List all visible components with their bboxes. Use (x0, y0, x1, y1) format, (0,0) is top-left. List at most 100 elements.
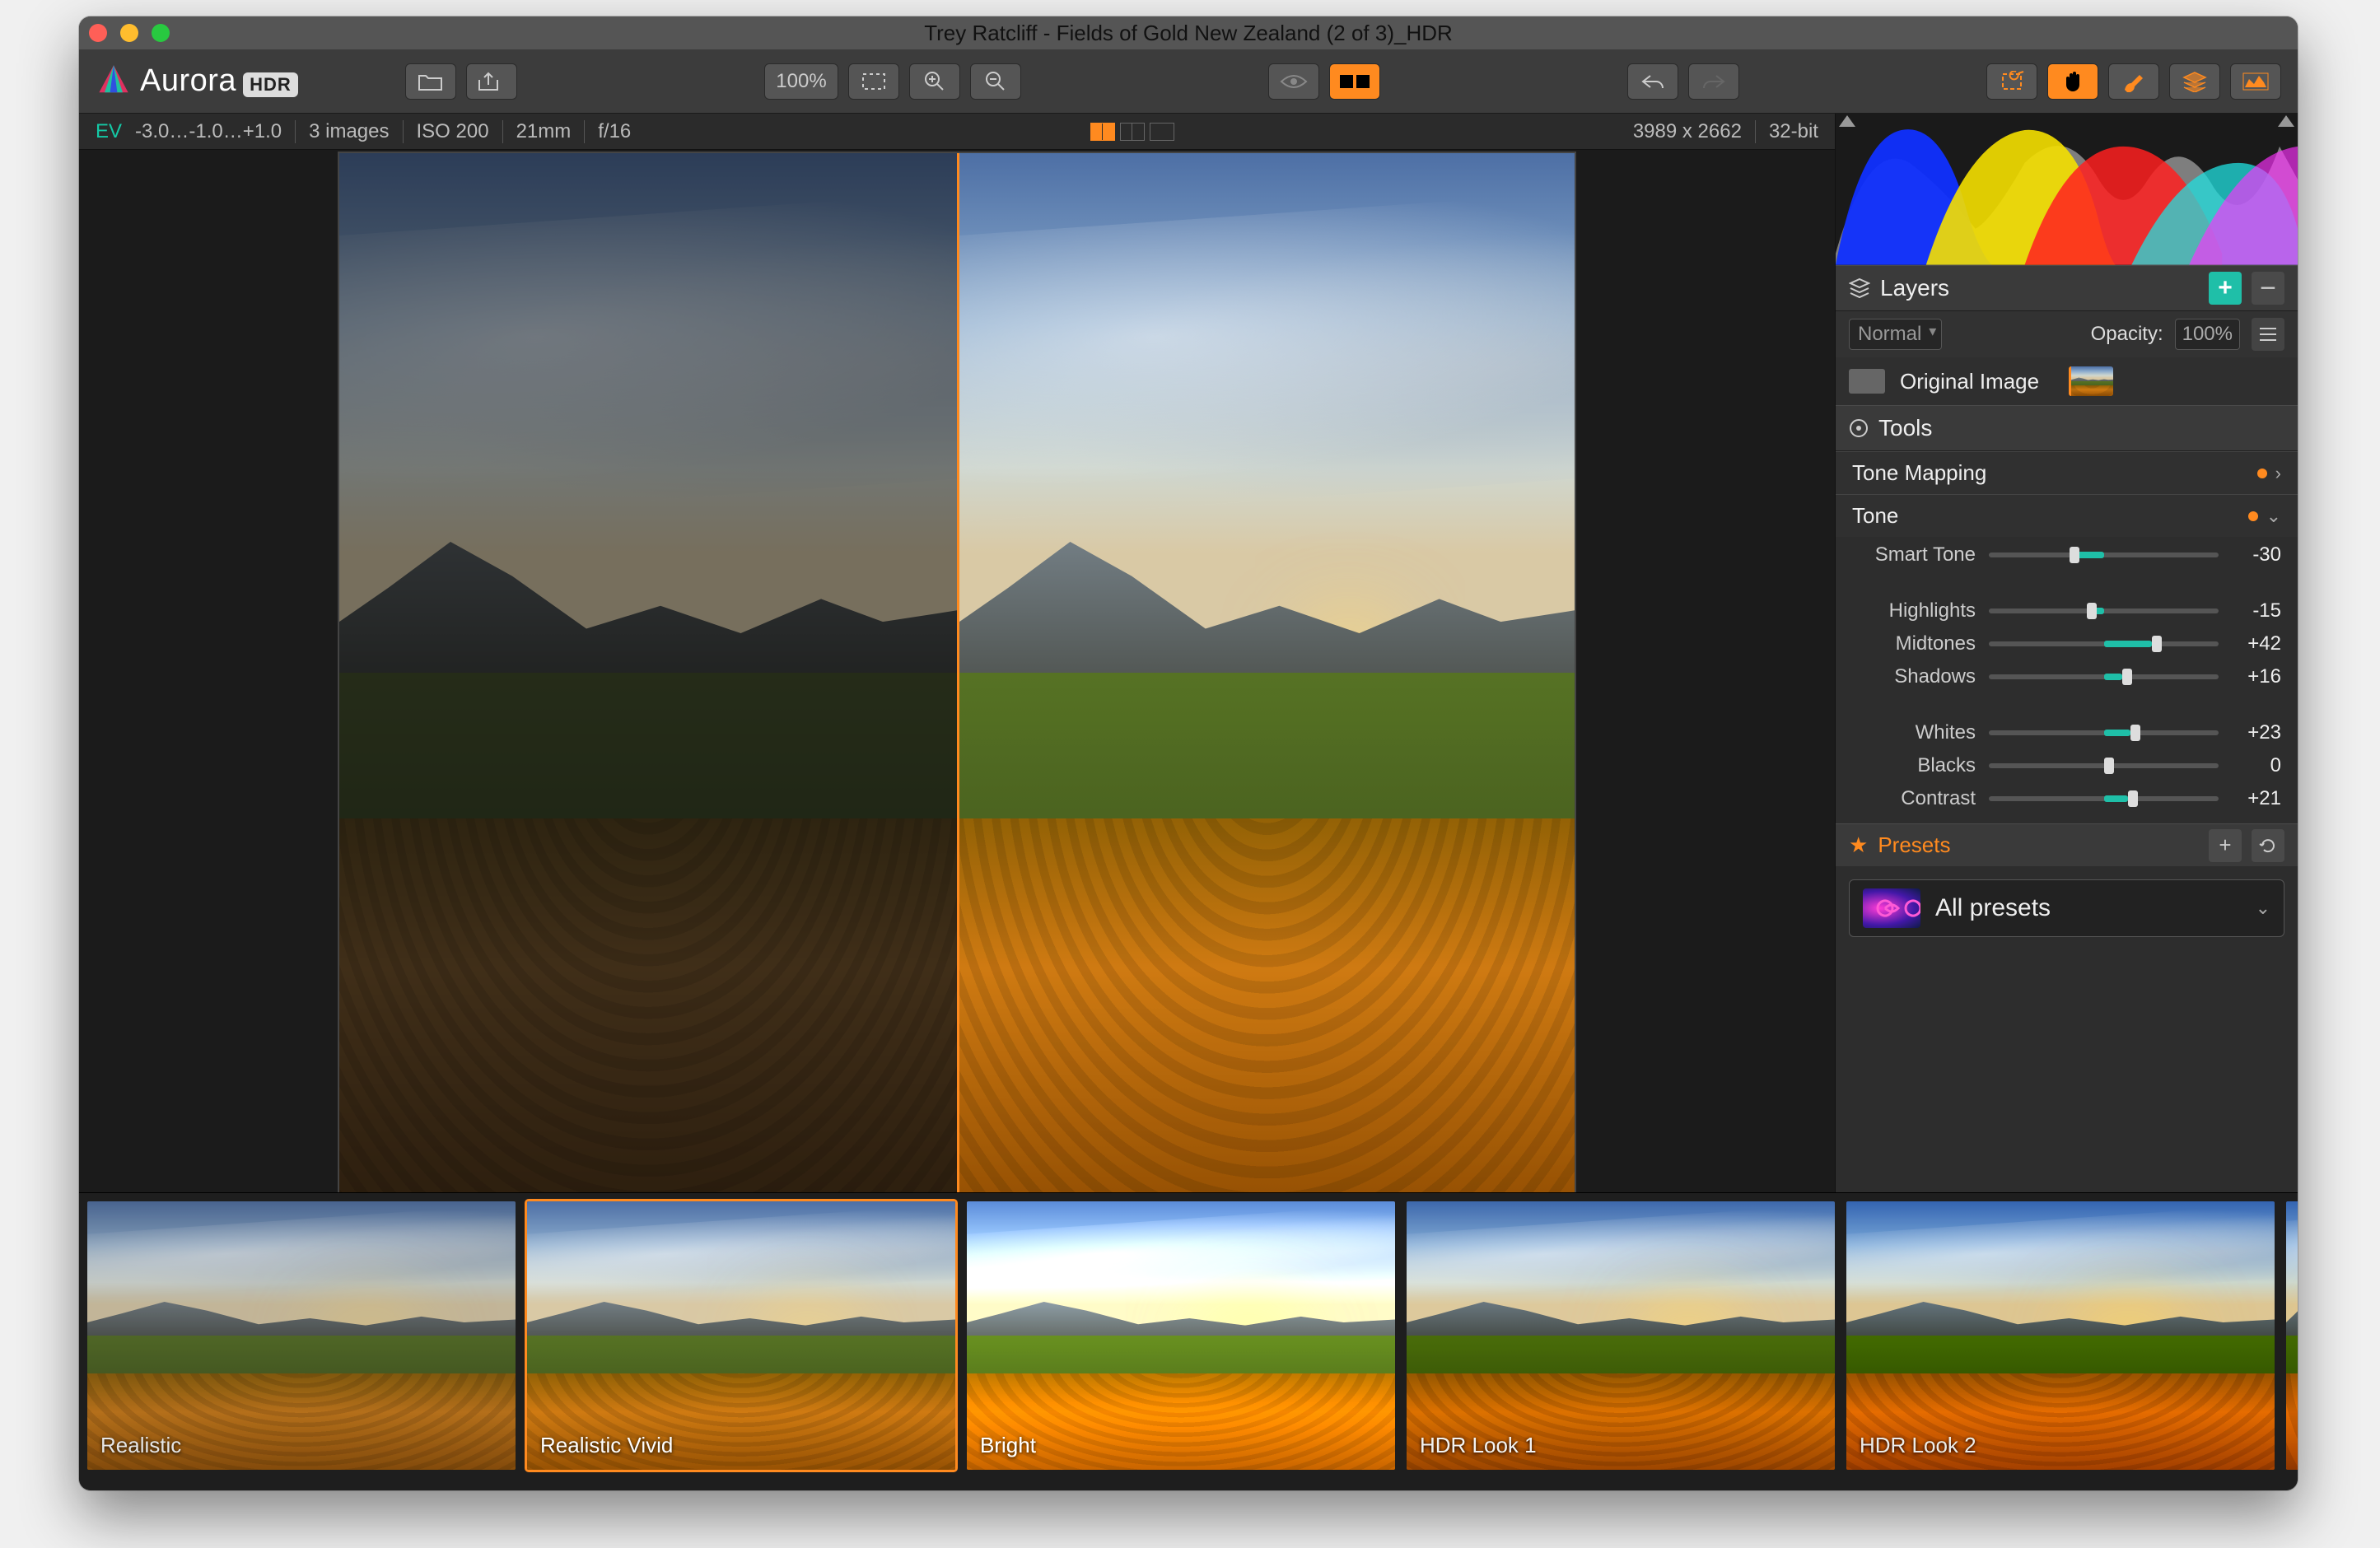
highlights-slider[interactable] (1989, 608, 2219, 613)
tone-header[interactable]: Tone ⌄ (1836, 494, 2298, 537)
sidebyside-view-toggle[interactable] (1120, 123, 1145, 141)
layers-tool-button[interactable] (2169, 63, 2220, 100)
single-view-toggle[interactable] (1150, 123, 1174, 141)
smart-tone-slider[interactable] (1989, 553, 2219, 557)
histogram-icon (2242, 72, 2269, 91)
shadows-label: Shadows (1852, 665, 1976, 688)
hand-tool-button[interactable] (2047, 63, 2098, 100)
app-logo: Aurora HDR (96, 63, 392, 100)
preset-caption: Realistic Vivid (540, 1433, 673, 1458)
ev-label: EV (96, 120, 122, 143)
titlebar: Trey Ratcliff - Fields of Gold New Zeala… (79, 16, 2298, 49)
refresh-presets-button[interactable] (2252, 829, 2284, 862)
undo-button[interactable] (1627, 63, 1678, 100)
preset-tile-hdr-look-2[interactable]: HDR Look 2 (1846, 1201, 2275, 1470)
tone-mapping-label: Tone Mapping (1852, 460, 1986, 486)
zoom-value-button[interactable]: 100% (764, 63, 838, 100)
smart-tone-slider-row: Smart Tone -30 (1852, 543, 2281, 567)
share-icon (478, 72, 506, 91)
layers-icon (1849, 277, 1870, 299)
highlights-label: Highlights (1852, 599, 1976, 622)
zoom-fit-button[interactable] (848, 63, 899, 100)
preset-category-thumb (1863, 888, 1920, 928)
chevron-right-icon: › (2275, 463, 2281, 484)
zoom-out-icon (985, 71, 1006, 92)
undo-icon (1640, 73, 1665, 90)
contrast-label: Contrast (1852, 787, 1976, 810)
eye-icon (1280, 73, 1308, 90)
refresh-icon (2259, 837, 2277, 855)
iso-value: ISO 200 (417, 120, 489, 143)
export-button[interactable] (466, 63, 517, 100)
window-controls (89, 24, 170, 42)
canvas-area: EV -3.0…-1.0…+1.0 3 images ISO 200 21mm … (79, 114, 1835, 1192)
preset-caption: Bright (980, 1433, 1036, 1458)
image-dimensions: 3989 x 2662 (1633, 120, 1742, 143)
midtones-slider[interactable] (1989, 641, 2219, 646)
preset-tile-hdr-look-1[interactable]: HDR Look 1 (1407, 1201, 1835, 1470)
aperture: f/16 (598, 120, 631, 143)
shadows-slider[interactable] (1989, 674, 2219, 679)
open-file-button[interactable] (405, 63, 456, 100)
whites-slider[interactable] (1989, 730, 2219, 735)
minimize-window-button[interactable] (120, 24, 138, 42)
brand-badge: HDR (243, 72, 298, 97)
info-strip: EV -3.0…-1.0…+1.0 3 images ISO 200 21mm … (79, 114, 1835, 150)
histogram-panel[interactable] (1836, 114, 2298, 265)
crop-tool-button[interactable] (1986, 63, 2037, 100)
whites-value: +23 (2232, 721, 2281, 744)
midtones-label: Midtones (1852, 632, 1976, 655)
contrast-slider-row: Contrast +21 (1852, 787, 2281, 810)
crop-icon (2000, 71, 2024, 92)
bit-depth: 32-bit (1769, 120, 1818, 143)
zoom-out-button[interactable] (970, 63, 1021, 100)
whites-label: Whites (1852, 721, 1976, 744)
layer-item[interactable]: Original Image (1836, 357, 2298, 405)
blacks-slider[interactable] (1989, 763, 2219, 768)
canvas-viewport[interactable] (79, 150, 1835, 1192)
preview-toggle-button[interactable] (1268, 63, 1319, 100)
preset-filmstrip: Realistic Realistic Vivid Bright HDR Loo… (79, 1192, 2298, 1490)
preset-tile-realistic[interactable]: Realistic (87, 1201, 516, 1470)
compare-view-button[interactable] (1329, 63, 1380, 100)
filmstrip-scroll[interactable]: Realistic Realistic Vivid Bright HDR Loo… (79, 1193, 2298, 1490)
modified-dot-icon (2248, 511, 2258, 521)
chevron-down-icon: ⌄ (2266, 506, 2281, 527)
right-panel: Layers + − Normal Opacity: 100% Original… (1835, 114, 2298, 1192)
redo-icon (1701, 73, 1726, 90)
remove-layer-button[interactable]: − (2252, 272, 2284, 305)
focal-length: 21mm (516, 120, 572, 143)
close-window-button[interactable] (89, 24, 107, 42)
tone-mapping-header[interactable]: Tone Mapping › (1836, 451, 2298, 494)
preset-category-label: All presets (1935, 894, 2051, 922)
split-view-toggle[interactable] (1090, 123, 1115, 141)
redo-button[interactable] (1688, 63, 1739, 100)
brush-tool-button[interactable] (2108, 63, 2159, 100)
compare-container (338, 152, 1576, 1192)
hamburger-icon (2259, 327, 2277, 342)
add-layer-button[interactable]: + (2209, 272, 2242, 305)
contrast-value: +21 (2232, 787, 2281, 810)
layer-name: Original Image (1900, 369, 2039, 394)
preset-tile-realistic-vivid[interactable]: Realistic Vivid (527, 1201, 955, 1470)
preset-tile-bright[interactable]: Bright (967, 1201, 1395, 1470)
contrast-slider[interactable] (1989, 796, 2219, 801)
preset-category-select[interactable]: All presets ⌄ (1849, 879, 2284, 937)
tools-section-header: Tools (1836, 405, 2298, 451)
shadows-value: +16 (2232, 665, 2281, 688)
add-preset-button[interactable]: + (2209, 829, 2242, 862)
fit-screen-icon (861, 72, 886, 91)
blend-mode-select[interactable]: Normal (1849, 319, 1942, 350)
zoom-in-button[interactable] (909, 63, 960, 100)
app-window: Trey Ratcliff - Fields of Gold New Zeala… (79, 16, 2298, 1490)
layer-mask-thumb (1849, 369, 1885, 394)
opacity-value[interactable]: 100% (2175, 319, 2240, 350)
midtones-slider-row: Midtones +42 (1852, 632, 2281, 655)
infinity-icon (1863, 888, 1920, 928)
histogram-tool-button[interactable] (2230, 63, 2281, 100)
layer-menu-button[interactable] (2252, 318, 2284, 351)
preset-tile-next[interactable] (2286, 1201, 2298, 1470)
tone-label: Tone (1852, 503, 1898, 529)
preset-caption: HDR Look 1 (1420, 1433, 1537, 1458)
maximize-window-button[interactable] (152, 24, 170, 42)
